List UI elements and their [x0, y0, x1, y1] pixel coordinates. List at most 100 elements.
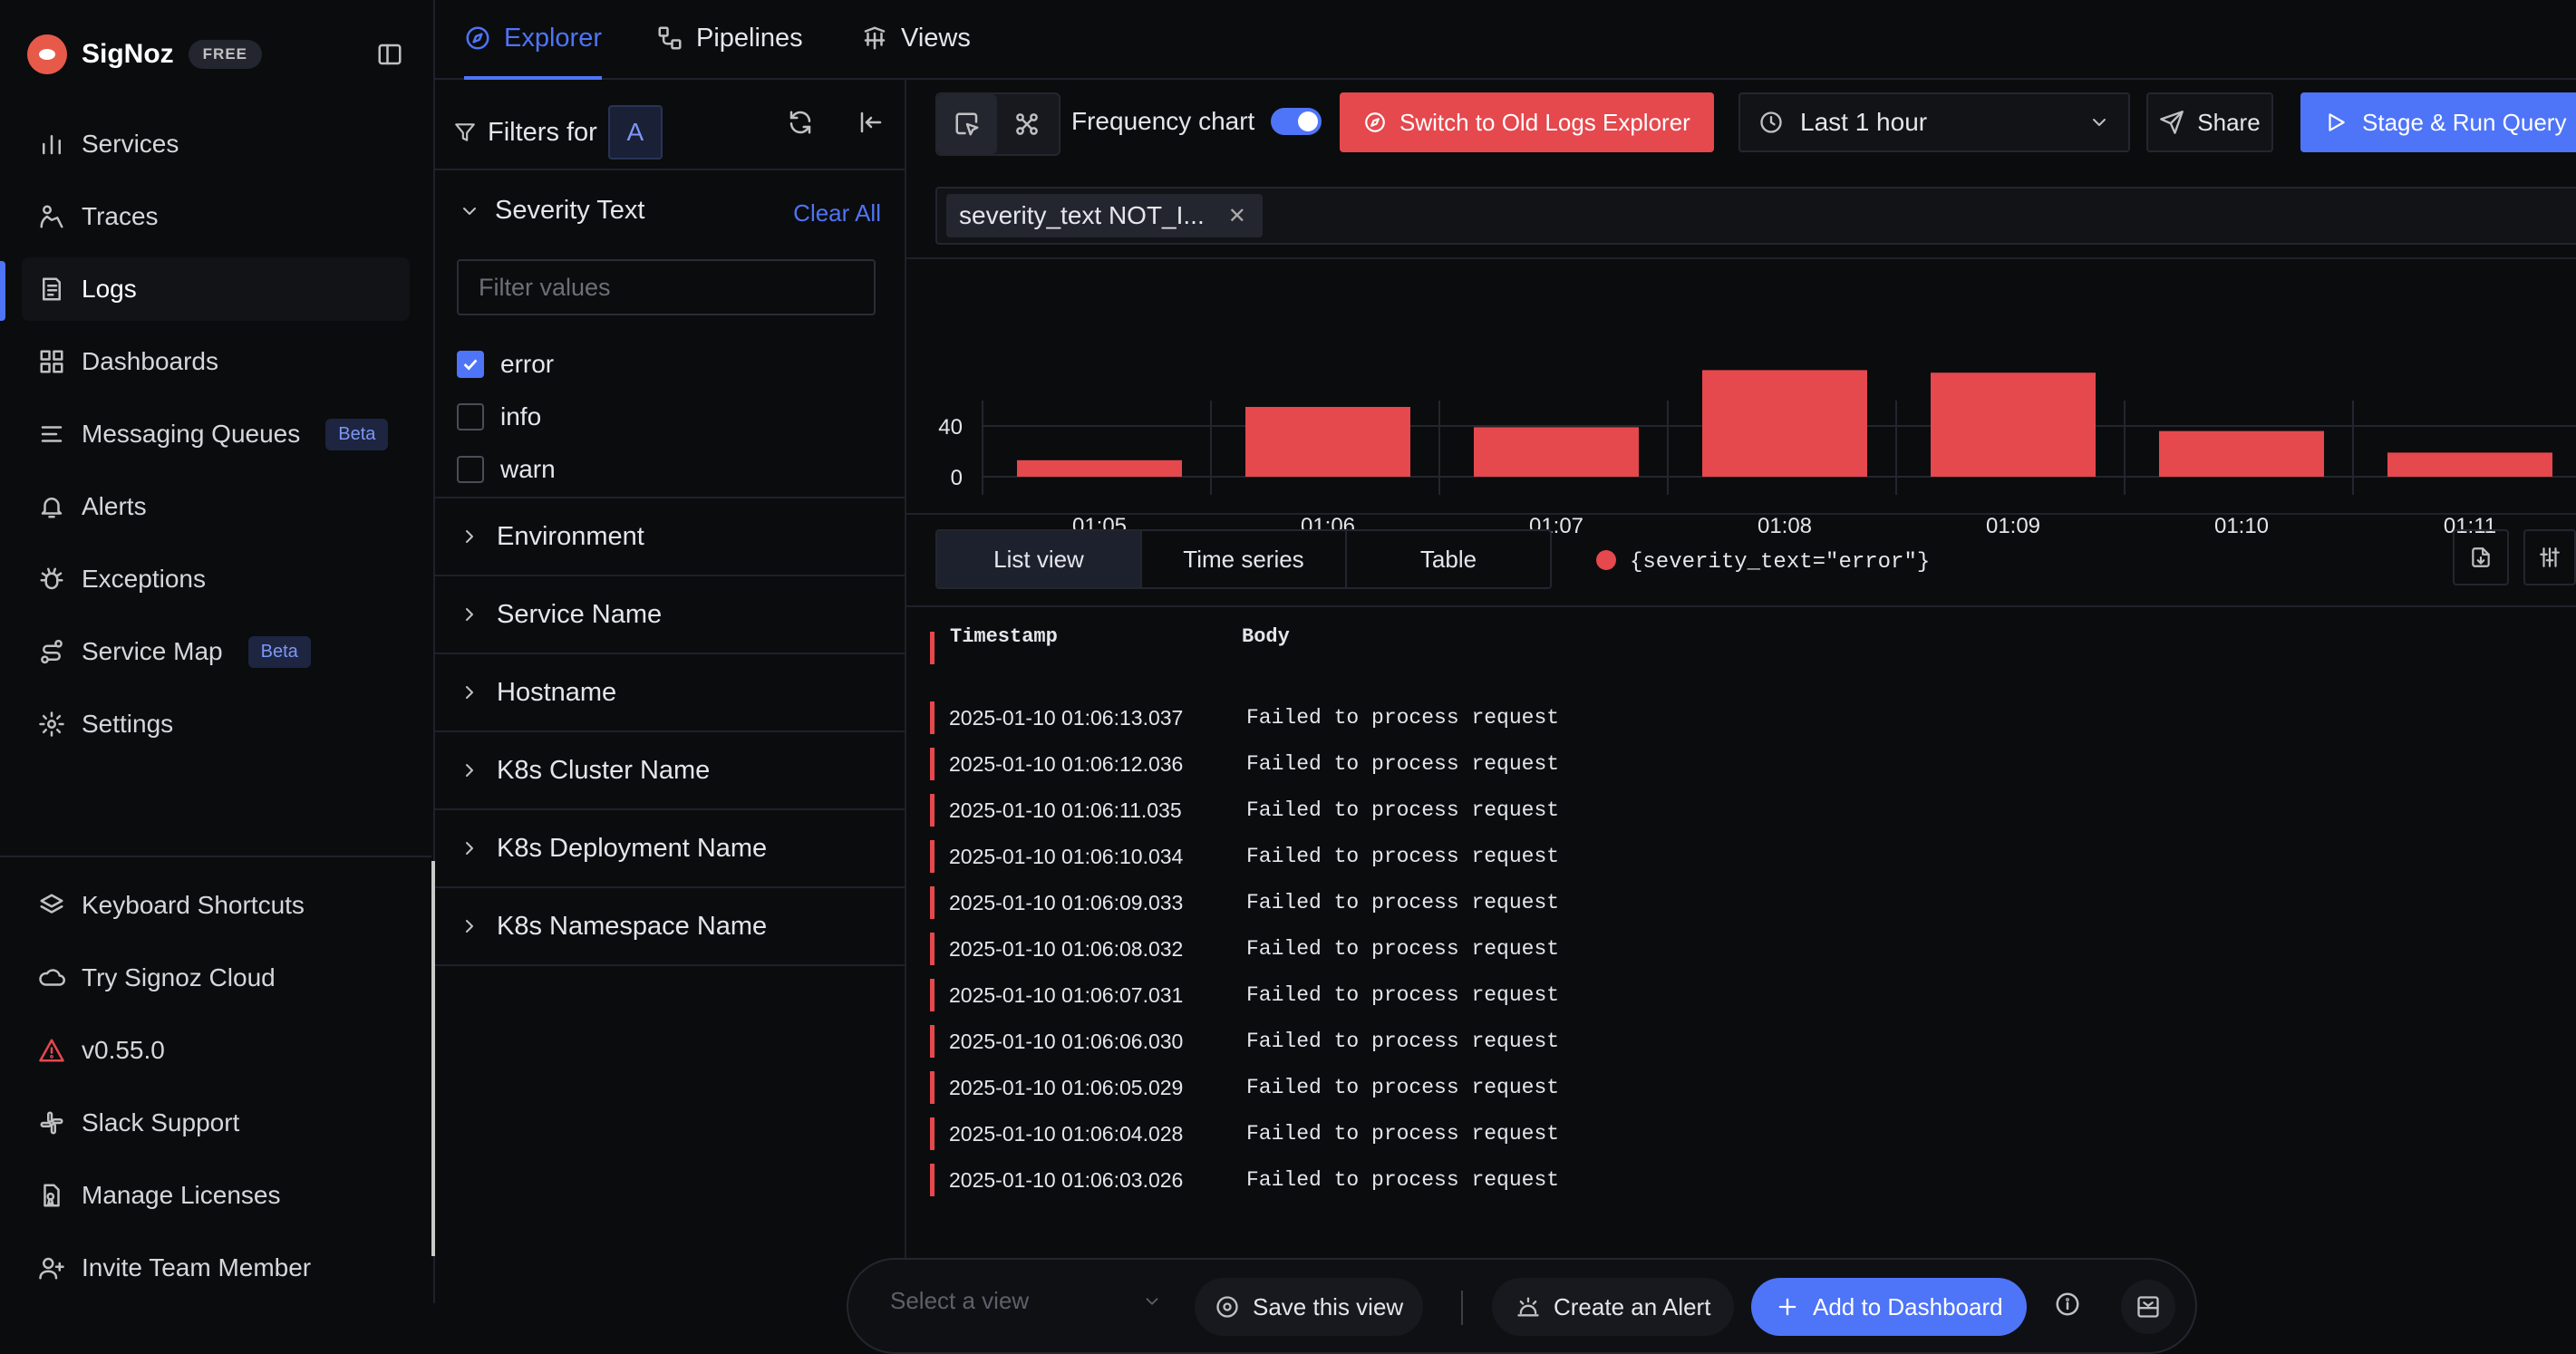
view-tabs: List view Time series Table — [935, 529, 1552, 589]
top-tabs: Explorer Pipelines Views — [435, 0, 2576, 80]
save-view-button[interactable]: Save this view — [1195, 1278, 1424, 1336]
sidebar-collapse-icon[interactable] — [372, 36, 408, 73]
dashboard-panel-icon[interactable] — [2121, 1280, 2175, 1334]
x-tick-label: 01:09 — [1986, 514, 2040, 538]
query-search-bar[interactable]: severity_text NOT_I... ✕ — [935, 187, 2576, 245]
plus-icon — [1775, 1294, 1800, 1320]
panel-toggle — [935, 92, 1060, 156]
sidebar-item-alerts[interactable]: Alerts — [22, 475, 410, 538]
compass-icon — [1363, 111, 1387, 134]
facet-k8s-cluster-name[interactable]: K8s Cluster Name — [435, 732, 905, 810]
log-body: Failed to process request — [1246, 1076, 1560, 1099]
select-cursor-icon[interactable] — [937, 94, 997, 154]
log-row[interactable]: 2025-01-10 01:06:08.032 Failed to process… — [930, 926, 1559, 972]
log-row[interactable]: 2025-01-10 01:06:10.034 Failed to process… — [930, 834, 1559, 879]
refresh-icon[interactable] — [787, 109, 814, 136]
option-label: info — [500, 402, 542, 430]
query-filter-chip[interactable]: severity_text NOT_I... ✕ — [946, 194, 1263, 237]
sidebar-item-v0-55-0[interactable]: v0.55.0 — [22, 1019, 410, 1082]
log-row[interactable]: 2025-01-10 01:06:07.031 Failed to process… — [930, 972, 1559, 1018]
sidebar-item-service-map[interactable]: Service Map Beta — [22, 620, 410, 683]
log-row[interactable]: 2025-01-10 01:06:13.037 Failed to process… — [930, 695, 1559, 740]
facet-environment[interactable]: Environment — [435, 498, 905, 576]
severity-option-error[interactable]: error — [457, 350, 554, 379]
log-row[interactable]: 2025-01-10 01:06:12.036 Failed to process… — [930, 741, 1559, 787]
sidebar-item-logs[interactable]: Logs — [22, 257, 410, 321]
sidebar-item-dashboards[interactable]: Dashboards — [22, 330, 410, 393]
brand[interactable]: SigNoz FREE — [27, 33, 263, 76]
clear-all-link[interactable]: Clear All — [793, 199, 881, 227]
filter-values-input[interactable] — [457, 259, 876, 315]
network-icon[interactable] — [997, 94, 1057, 154]
slack-icon — [38, 1109, 65, 1136]
query-letter-badge[interactable]: A — [607, 105, 663, 160]
severity-option-warn[interactable]: warn — [457, 455, 556, 484]
log-timestamp: 2025-01-10 01:06:11.035 — [949, 798, 1182, 822]
checkbox[interactable] — [457, 403, 484, 430]
tab-table[interactable]: Table — [1347, 531, 1550, 587]
chart-bar — [1474, 427, 1639, 477]
sidebar-item-slack-support[interactable]: Slack Support — [22, 1091, 410, 1155]
severity-option-info[interactable]: info — [457, 402, 541, 431]
filter-icon — [453, 121, 477, 144]
sidebar-item-label: Invite Team Member — [82, 1253, 312, 1281]
severity-bar — [930, 933, 935, 965]
traces-icon — [38, 203, 65, 230]
sidebar-item-try-signoz-cloud[interactable]: Try Signoz Cloud — [22, 946, 410, 1010]
log-body: Failed to process request — [1246, 845, 1560, 868]
warning-icon — [38, 1037, 65, 1064]
log-row[interactable]: 2025-01-10 01:06:06.030 Failed to process… — [930, 1019, 1559, 1064]
collapse-panel-icon[interactable] — [857, 109, 885, 136]
time-range-select[interactable]: Last 1 hour — [1738, 92, 2130, 152]
sidebar-item-settings[interactable]: Settings — [22, 692, 410, 756]
chevron-right-icon — [459, 526, 480, 547]
severity-filter-header[interactable]: Severity Text — [459, 196, 644, 226]
switch-old-explorer-button[interactable]: Switch to Old Logs Explorer — [1340, 92, 1714, 152]
tab-time-series[interactable]: Time series — [1142, 531, 1347, 587]
facet-label: Hostname — [497, 677, 617, 707]
severity-filter: Severity Text Clear All error info warn — [435, 170, 905, 498]
sidebar-item-label: Alerts — [82, 492, 147, 520]
log-row[interactable]: 2025-01-10 01:06:03.026 Failed to process… — [930, 1157, 1559, 1203]
chevron-right-icon — [459, 604, 480, 625]
close-icon[interactable]: ✕ — [1228, 203, 1246, 229]
tab-views[interactable]: Views — [861, 0, 971, 76]
beta-badge: Beta — [325, 418, 389, 450]
tab-pipelines[interactable]: Pipelines — [656, 0, 803, 76]
sidebar-item-messaging-queues[interactable]: Messaging Queues Beta — [22, 402, 410, 466]
checkbox[interactable] — [457, 351, 484, 378]
share-button[interactable]: Share — [2146, 92, 2273, 152]
download-icon[interactable] — [2453, 529, 2509, 585]
info-icon[interactable] — [2054, 1291, 2081, 1318]
add-to-dashboard-button[interactable]: Add to Dashboard — [1751, 1278, 2027, 1336]
sidebar-item-exceptions[interactable]: Exceptions — [22, 547, 410, 611]
facet-k8s-deployment-name[interactable]: K8s Deployment Name — [435, 810, 905, 888]
log-row[interactable]: 2025-01-10 01:06:04.028 Failed to process… — [930, 1111, 1559, 1156]
clock-icon — [1758, 110, 1784, 135]
sidebar-item-manage-licenses[interactable]: Manage Licenses — [22, 1164, 410, 1227]
tab-list-view[interactable]: List view — [937, 531, 1142, 587]
sidebar-item-invite-team-member[interactable]: Invite Team Member — [22, 1236, 410, 1300]
tab-explorer[interactable]: Explorer — [464, 0, 602, 80]
logs-list: Timestamp Body 2025-01-10 01:06:14.038Fa… — [906, 625, 2576, 1303]
log-row[interactable]: 2025-01-10 01:06:05.029 Failed to process… — [930, 1065, 1559, 1110]
sidebar-item-services[interactable]: Services — [22, 112, 410, 176]
create-alert-button[interactable]: Create an Alert — [1492, 1278, 1735, 1336]
sidebar-item-traces[interactable]: Traces — [22, 185, 410, 248]
facet-hostname[interactable]: Hostname — [435, 654, 905, 732]
brand-name: SigNoz — [82, 39, 174, 69]
log-row[interactable]: 2025-01-10 01:06:09.033 Failed to process… — [930, 880, 1559, 925]
select-view-dropdown[interactable]: Select a view — [890, 1287, 1162, 1315]
log-row[interactable]: 2025-01-10 01:06:11.035 Failed to process… — [930, 788, 1559, 833]
divider — [906, 257, 2576, 259]
facet-k8s-namespace-name[interactable]: K8s Namespace Name — [435, 888, 905, 966]
logs-icon — [38, 276, 65, 303]
checkbox[interactable] — [457, 456, 484, 483]
frequency-chart-toggle[interactable]: Frequency chart — [1071, 107, 1322, 136]
stage-run-query-button[interactable]: Stage & Run Query — [2300, 92, 2576, 152]
sidebar-item-label: Try Signoz Cloud — [82, 963, 276, 991]
sidebar-item-keyboard-shortcuts[interactable]: Keyboard Shortcuts — [22, 874, 410, 937]
options-sliders-icon[interactable] — [2523, 529, 2576, 585]
facet-service-name[interactable]: Service Name — [435, 576, 905, 654]
frequency-switch[interactable] — [1271, 108, 1322, 135]
